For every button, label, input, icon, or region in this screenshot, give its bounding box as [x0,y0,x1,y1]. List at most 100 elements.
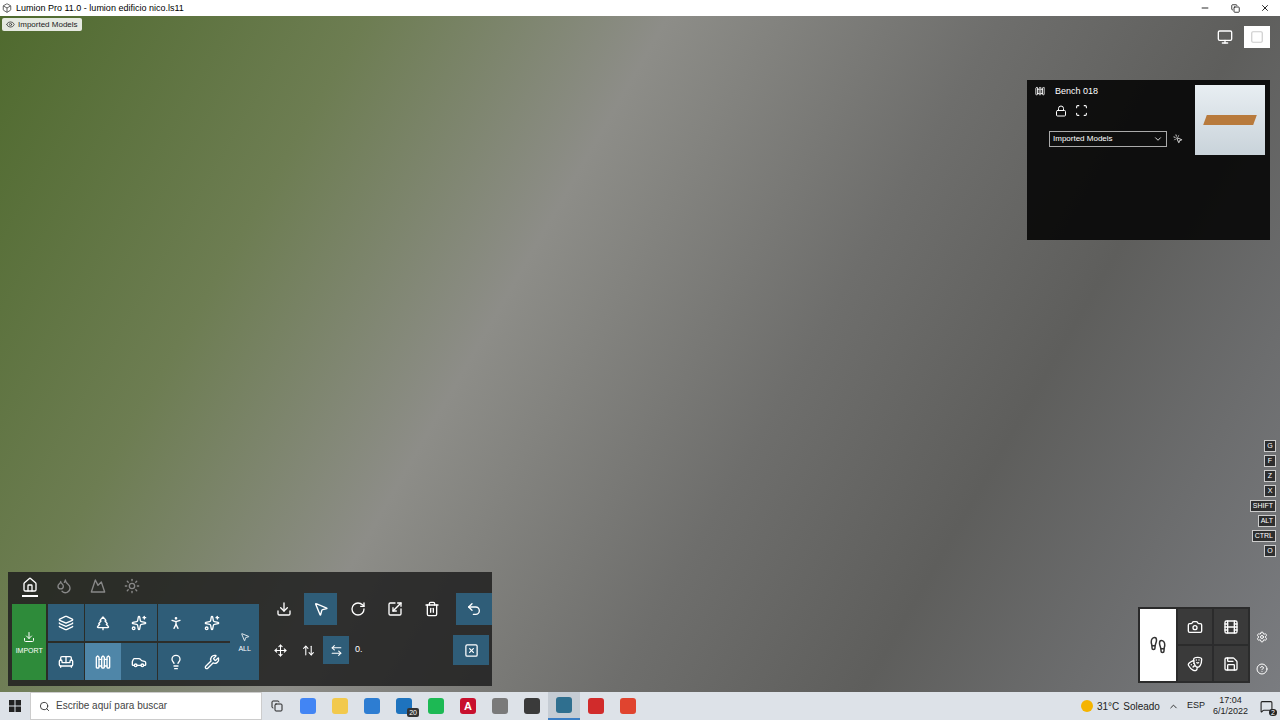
category-button[interactable] [85,643,121,680]
category-icon [168,615,184,631]
pointer-icon [240,632,250,642]
tool-button[interactable] [378,593,411,625]
toolbar-tab[interactable] [90,578,106,596]
tab-icon [124,578,140,594]
category-button[interactable] [121,643,157,680]
language[interactable]: ESP [1187,699,1205,713]
tool-button[interactable] [341,593,374,625]
all-button[interactable]: ALL [230,604,259,680]
monitor-icon [1217,29,1233,45]
mode-icon [1187,656,1203,672]
category-button[interactable] [48,643,84,680]
maximize-button[interactable] [1220,0,1250,16]
toolbar-tab[interactable] [22,577,38,597]
start-button[interactable] [0,692,30,720]
taskbar-app[interactable] [580,692,612,720]
axis-icon [330,644,343,657]
axis-icon [274,644,287,657]
app-icon [2,3,12,13]
category-button[interactable] [194,643,230,680]
task-view-button[interactable] [262,692,292,720]
category-icon [1035,86,1045,96]
taskbar-app[interactable]: 20 [388,692,420,720]
minimize-button[interactable] [1190,0,1220,16]
category-icon [131,654,147,670]
app-icon [524,698,540,714]
taskbar-app[interactable] [548,692,580,720]
taskbar-app[interactable] [484,692,516,720]
pick-icon[interactable] [1173,134,1183,144]
axis-button[interactable] [267,636,293,664]
app-icon [332,698,348,714]
tool-icon [387,601,403,617]
axis-button[interactable] [295,636,321,664]
mode-button[interactable] [1140,609,1176,681]
toolbar-tab[interactable] [124,578,140,596]
tool-button[interactable] [456,593,492,625]
shortcut-key: X [1264,485,1276,497]
app: Lumion Pro 11.0 - lumion edificio nico.l… [0,0,1280,720]
deselect-button[interactable] [453,635,489,665]
axis-button[interactable] [323,636,349,664]
search-box[interactable]: Escribe aquí para buscar [30,692,262,720]
category-button[interactable] [194,604,230,641]
layer-dropdown[interactable]: Imported Models [1049,131,1167,147]
category-button[interactable] [121,604,157,641]
tool-button[interactable] [304,593,337,625]
view-badge[interactable]: Imported Models [2,18,82,31]
mode-button[interactable] [1214,609,1248,644]
notifications[interactable]: 2 [1254,692,1278,720]
category-icon [168,654,184,670]
category-icon [95,615,111,631]
app-icon [300,698,316,714]
tray-expand-icon[interactable] [1168,701,1179,712]
title-bar: Lumion Pro 11.0 - lumion edificio nico.l… [0,0,1280,16]
toolbar-tab[interactable] [56,578,72,596]
shortcut-key: F [1264,455,1276,467]
close-button[interactable] [1250,0,1280,16]
mode-icon [1223,619,1239,635]
lock-icon[interactable] [1055,105,1067,117]
import-button[interactable]: IMPORT [12,604,46,680]
taskbar: Escribe aquí para buscar 20 A 31°CSoleado ES… [0,692,1280,720]
tool-button[interactable] [267,593,300,625]
app-icon [588,698,604,714]
taskbar-app[interactable] [420,692,452,720]
view-mode-button[interactable] [1212,26,1238,48]
chevron-down-icon [1153,134,1163,144]
category-button[interactable] [158,604,194,641]
category-button[interactable] [85,604,121,641]
tool-button[interactable] [415,593,448,625]
taskbar-app[interactable] [356,692,388,720]
taskbar-app[interactable] [612,692,644,720]
tool-icon [313,601,329,617]
object-name: Bench 018 [1055,87,1098,96]
toolbar-tabs [8,572,259,602]
view-mode-button[interactable] [1244,26,1270,48]
bounds-icon[interactable] [1075,104,1088,117]
app-icon: A [460,698,476,714]
taskbar-app[interactable] [324,692,356,720]
view-mode-switch [1212,26,1270,48]
tool-icon [350,601,366,617]
taskbar-app[interactable]: A [452,692,484,720]
weather[interactable]: 31°CSoleado [1081,699,1168,714]
category-button[interactable] [48,604,84,641]
notification-count: 2 [1269,709,1277,716]
taskbar-app[interactable] [292,692,324,720]
settings-icon[interactable] [1256,631,1268,643]
mode-button[interactable] [1178,609,1212,644]
shortcut-key: SHIFT [1250,500,1276,512]
tool-icon [424,601,440,617]
viewport[interactable]: Imported ModelsBench 018Imported ModelsG… [0,16,1280,692]
app-badge: 20 [407,708,419,717]
shortcut-key: Z [1264,470,1276,482]
mode-button[interactable] [1214,646,1248,681]
taskbar-app[interactable] [516,692,548,720]
value-field[interactable]: 0. [351,643,451,657]
eye-icon [6,20,15,29]
mode-button[interactable] [1178,646,1212,681]
clock[interactable]: 17:046/1/2022 [1213,695,1248,717]
help-icon[interactable] [1256,663,1268,675]
category-button[interactable] [158,643,194,680]
